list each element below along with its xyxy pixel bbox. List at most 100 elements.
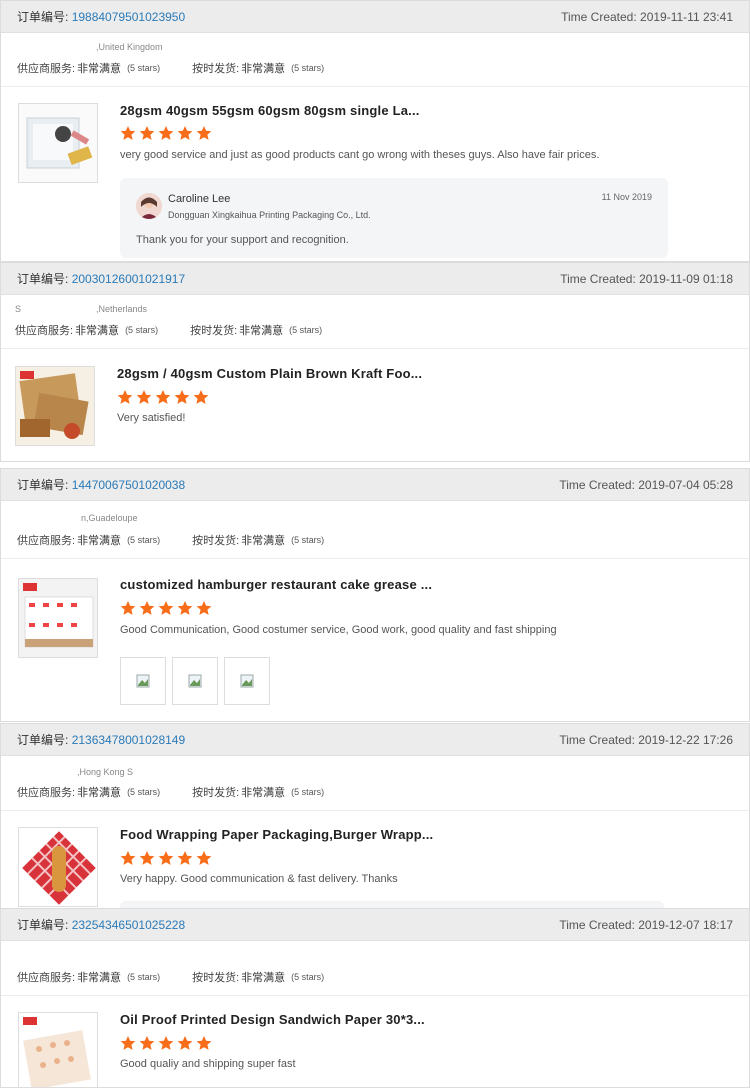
order-id: 订单编号: 14470067501020038 xyxy=(17,476,185,493)
buyer-info: ,Hong Kong S 供应商服务: 非常满意 (5 stars) 按时发货:… xyxy=(1,756,749,811)
avatar xyxy=(136,193,162,219)
supplier-service-label: 供应商服务: xyxy=(17,787,76,799)
supplier-service-rating: 供应商服务: 非常满意 (5 stars) xyxy=(17,532,160,548)
star-icon xyxy=(177,126,193,140)
product-review: 28gsm / 40gsm Custom Plain Brown Kraft F… xyxy=(1,350,749,461)
star-icon xyxy=(139,601,155,615)
order-id: 订单编号: 21363478001028149 xyxy=(17,731,185,748)
supplier-service-rating: 供应商服务: 非常满意 (5 stars) xyxy=(17,784,160,800)
supplier-service-label: 供应商服务: xyxy=(17,972,76,984)
product-thumbnail[interactable] xyxy=(18,103,98,183)
product-thumbnail[interactable] xyxy=(15,366,95,446)
order-id: 订单编号: 23254346501025228 xyxy=(17,916,185,933)
star-icon xyxy=(158,1036,174,1050)
order-number-link[interactable]: 20030126001021917 xyxy=(72,272,185,286)
review-photo[interactable] xyxy=(172,657,218,705)
supplier-service-rating: 供应商服务: 非常满意 (5 stars) xyxy=(15,322,158,338)
review-photo[interactable] xyxy=(120,657,166,705)
product-review: Food Wrapping Paper Packaging,Burger Wra… xyxy=(1,811,749,908)
star-icon xyxy=(196,601,212,615)
ontime-label: 按时发货: xyxy=(192,972,240,984)
time-created: Time Created: 2019-07-04 05:28 xyxy=(559,477,733,492)
supplier-ratings: 供应商服务: 非常满意 (5 stars) 按时发货: 非常满意 (5 star… xyxy=(17,784,356,800)
supplier-service-value: 非常满意 xyxy=(77,535,122,547)
supplier-service-value: 非常满意 xyxy=(75,325,120,337)
review-header: 订单编号: 19884079501023950 Time Created: 20… xyxy=(1,1,749,33)
star-icon xyxy=(136,390,152,404)
ontime-value: 非常满意 xyxy=(241,972,286,984)
star-icon xyxy=(155,390,171,404)
review-card: 订单编号: 14470067501020038 Time Created: 20… xyxy=(0,468,750,722)
supplier-service-value: 非常满意 xyxy=(77,787,122,799)
ontime-label: 按时发货: xyxy=(192,535,240,547)
buyer-country: ,United Kingdom xyxy=(96,42,163,52)
review-stars xyxy=(120,125,215,141)
order-number-link[interactable]: 21363478001028149 xyxy=(72,733,185,747)
star-icon xyxy=(139,1036,155,1050)
ontime-stars-note: (5 stars) xyxy=(291,63,325,73)
product-title-link[interactable]: Food Wrapping Paper Packaging,Burger Wra… xyxy=(120,827,433,842)
order-label: 订单编号: xyxy=(17,918,69,932)
star-icon xyxy=(196,851,212,865)
order-label: 订单编号: xyxy=(17,272,69,286)
seller-reply: Caroline Lee Dongguan Xingkaihua Printin… xyxy=(120,178,668,258)
supplier-service-stars-note: (5 stars) xyxy=(127,972,161,982)
supplier-service-stars-note: (5 stars) xyxy=(127,63,161,73)
product-thumbnail[interactable] xyxy=(18,578,98,658)
ontime-label: 按时发货: xyxy=(192,63,240,75)
buyer-country: ,Hong Kong S xyxy=(77,767,134,777)
time-created: Time Created: 2019-11-09 01:18 xyxy=(560,271,733,286)
reply-company: Dongguan Xingkaihua Printing Packaging C… xyxy=(168,210,371,220)
star-icon xyxy=(120,601,136,615)
time-created: Time Created: 2019-12-07 18:17 xyxy=(559,917,733,932)
buyer-info: n,Guadeloupe 供应商服务: 非常满意 (5 stars) 按时发货:… xyxy=(1,501,749,559)
product-review: customized hamburger restaurant cake gre… xyxy=(1,560,749,721)
order-number-link[interactable]: 14470067501020038 xyxy=(72,478,185,492)
supplier-service-stars-note: (5 stars) xyxy=(127,787,161,797)
order-number-link[interactable]: 19884079501023950 xyxy=(72,10,185,24)
ontime-value: 非常满意 xyxy=(239,325,284,337)
ontime-stars-note: (5 stars) xyxy=(291,972,325,982)
ontime-delivery-rating: 按时发货: 非常满意 (5 stars) xyxy=(192,784,324,800)
star-icon xyxy=(120,1036,136,1050)
supplier-service-label: 供应商服务: xyxy=(17,63,76,75)
product-title-link[interactable]: customized hamburger restaurant cake gre… xyxy=(120,577,432,592)
product-thumbnail[interactable] xyxy=(18,1012,98,1087)
reply-author-name: Caroline Lee xyxy=(168,193,231,205)
ontime-delivery-rating: 按时发货: 非常满意 (5 stars) xyxy=(192,969,324,985)
star-icon xyxy=(193,390,209,404)
star-icon xyxy=(158,851,174,865)
ontime-stars-note: (5 stars) xyxy=(289,325,323,335)
supplier-service-stars-note: (5 stars) xyxy=(125,325,159,335)
supplier-ratings: 供应商服务: 非常满意 (5 stars) 按时发货: 非常满意 (5 star… xyxy=(15,322,354,338)
review-stars xyxy=(120,1035,215,1051)
review-comment: very good service and just as good produ… xyxy=(120,149,600,161)
supplier-service-value: 非常满意 xyxy=(77,63,122,75)
review-photo[interactable] xyxy=(224,657,270,705)
product-title-link[interactable]: Oil Proof Printed Design Sandwich Paper … xyxy=(120,1012,425,1027)
buyer-info: S ,Netherlands 供应商服务: 非常满意 (5 stars) 按时发… xyxy=(1,295,749,349)
order-label: 订单编号: xyxy=(17,10,69,24)
product-thumbnail[interactable] xyxy=(18,827,98,907)
star-icon xyxy=(196,126,212,140)
order-label: 订单编号: xyxy=(17,478,69,492)
review-header: 订单编号: 21363478001028149 Time Created: 20… xyxy=(1,724,749,756)
order-number-link[interactable]: 23254346501025228 xyxy=(72,918,185,932)
star-icon xyxy=(158,601,174,615)
review-header: 订单编号: 14470067501020038 Time Created: 20… xyxy=(1,469,749,501)
time-created: Time Created: 2019-12-22 17:26 xyxy=(559,732,733,747)
supplier-service-stars-note: (5 stars) xyxy=(127,535,161,545)
star-icon xyxy=(120,126,136,140)
star-icon xyxy=(120,851,136,865)
ontime-delivery-rating: 按时发货: 非常满意 (5 stars) xyxy=(192,60,324,76)
review-comment: Good Communication, Good costumer servic… xyxy=(120,624,557,636)
review-card: 订单编号: 21363478001028149 Time Created: 20… xyxy=(0,723,750,909)
supplier-ratings: 供应商服务: 非常满意 (5 stars) 按时发货: 非常满意 (5 star… xyxy=(17,532,356,548)
time-created: Time Created: 2019-11-11 23:41 xyxy=(561,9,733,24)
product-title-link[interactable]: 28gsm 40gsm 55gsm 60gsm 80gsm single La.… xyxy=(120,103,420,118)
order-label: 订单编号: xyxy=(17,733,69,747)
product-title-link[interactable]: 28gsm / 40gsm Custom Plain Brown Kraft F… xyxy=(117,366,422,381)
star-icon xyxy=(177,1036,193,1050)
star-icon xyxy=(139,126,155,140)
star-icon xyxy=(117,390,133,404)
